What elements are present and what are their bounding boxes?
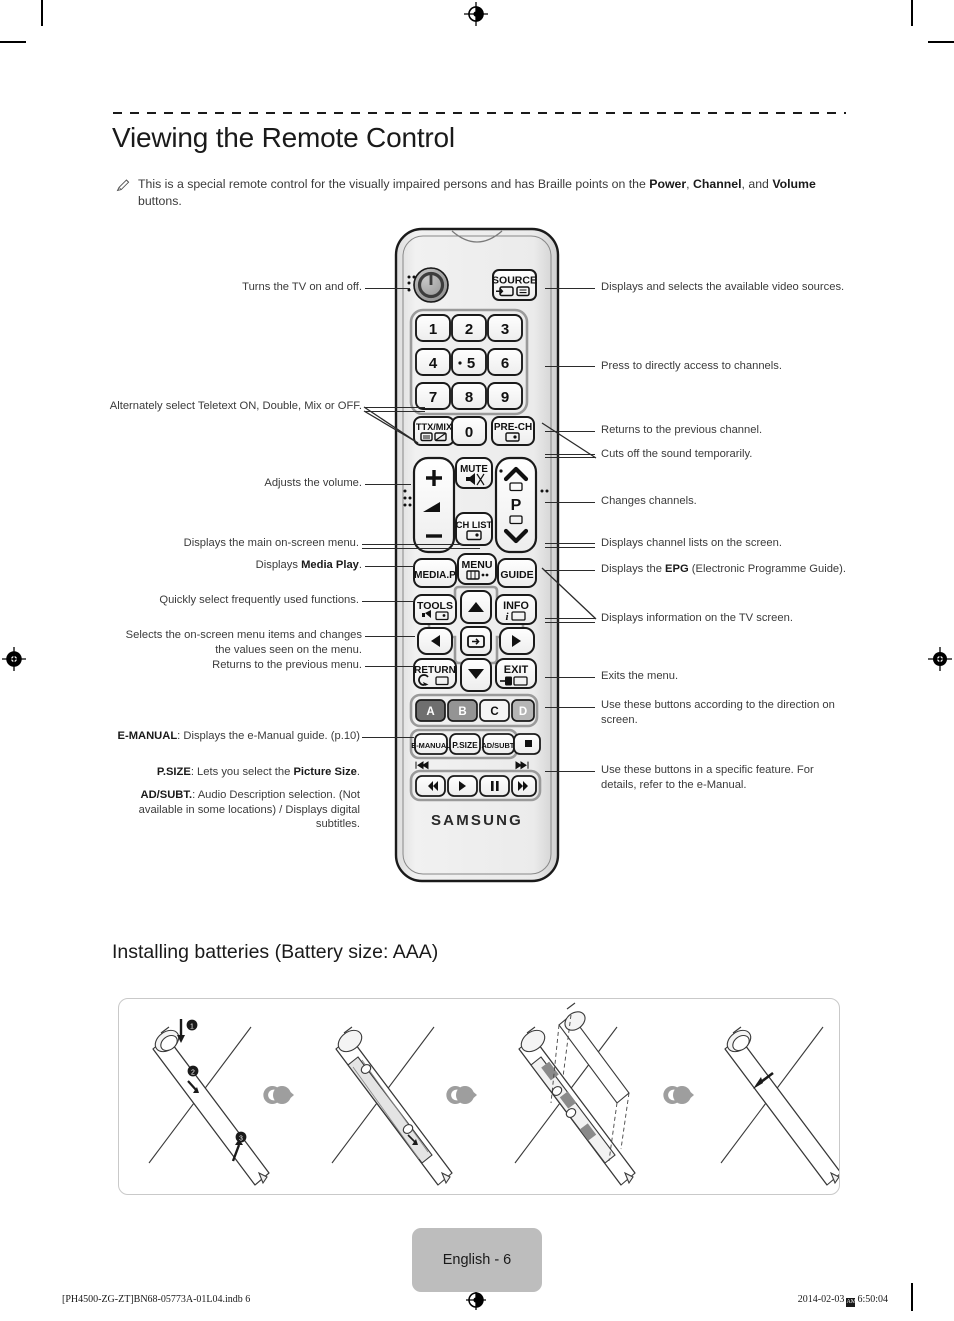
callout-mute: Cuts off the sound temporarily.: [601, 448, 753, 460]
callout-adsubt: AD/SUBT.: Audio Description selection. (…: [138, 789, 360, 830]
svg-text:1: 1: [190, 1024, 194, 1031]
note-block: This is a special remote control for the…: [112, 176, 842, 210]
callout-psize: P.SIZE: Lets you select the Picture Size…: [156, 766, 360, 778]
svg-text:GUIDE: GUIDE: [500, 569, 533, 581]
svg-text:2: 2: [465, 321, 473, 338]
callout-chlist: Displays channel lists on the screen.: [601, 537, 782, 549]
svg-text:SAMSUNG: SAMSUNG: [431, 812, 523, 829]
svg-text:SOURCE: SOURCE: [492, 275, 537, 287]
svg-text:5: 5: [467, 355, 475, 372]
svg-text:6: 6: [501, 355, 509, 372]
svg-text:4: 4: [429, 355, 438, 372]
leader-return: [365, 666, 414, 668]
svg-text:P.SIZE: P.SIZE: [452, 740, 478, 750]
svg-text:P: P: [511, 497, 522, 514]
svg-text:AD/SUBT.: AD/SUBT.: [481, 741, 515, 750]
callout-arrows: Selects the on-screen menu items and cha…: [125, 629, 362, 656]
callout-menu: Displays the main on-screen menu.: [183, 537, 359, 549]
leader-media: [545, 771, 595, 773]
leader-emanual: [362, 737, 414, 739]
callout-guide: Displays the EPG (Electronic Programme G…: [601, 563, 846, 575]
leader-numbers: [545, 366, 595, 368]
crop-mark-tr-v: [911, 0, 913, 26]
leader-menu: [362, 544, 480, 546]
callout-mediap: Displays Media Play.: [255, 559, 362, 571]
crop-mark-tl-h: [0, 41, 26, 43]
leader-chlist-b: [545, 547, 595, 549]
callout-return: Returns to the previous menu.: [212, 659, 362, 671]
crop-mark-br-v: [911, 1283, 913, 1311]
footer-file-name: [PH4500-ZG-ZT]BN68-05773A-01L04.indb 6: [62, 1294, 251, 1305]
svg-text:EXIT: EXIT: [504, 664, 529, 676]
svg-text:0: 0: [465, 424, 473, 441]
note-text: This is a special remote control for the…: [138, 177, 816, 208]
callout-volume: Adjusts the volume.: [264, 477, 362, 489]
battery-steps-illustration: 1 2 3: [148, 1002, 839, 1186]
svg-text:MEDIA.P: MEDIA.P: [414, 570, 456, 581]
svg-text:C: C: [490, 706, 498, 718]
remote-diagram: SOURCE 1 2 3 4 5 6 7 8 9 TTX/MIX 0 PRE-C…: [0, 225, 954, 890]
leader-source: [545, 288, 595, 290]
footer-timestamp: 2014-02-03 AM6:50:04: [798, 1294, 888, 1307]
battery-illustration-box: 1 2 3: [118, 998, 840, 1195]
leader-arrows: [365, 636, 415, 638]
svg-text:3: 3: [501, 321, 509, 338]
remote-control-illustration: SOURCE 1 2 3 4 5 6 7 8 9 TTX/MIX 0 PRE-C…: [394, 227, 560, 883]
svg-text:B: B: [458, 706, 466, 718]
crop-mark-tr-h: [928, 41, 954, 43]
registration-mark-top: [464, 2, 488, 26]
header-dashed-rule: [113, 112, 846, 114]
leader-color: [545, 707, 595, 709]
leader-chlist: [545, 543, 595, 545]
callout-tools: Quickly select frequently used functions…: [159, 594, 359, 606]
footer-date: 2014-02-03: [797, 1294, 845, 1305]
svg-text:MUTE: MUTE: [460, 464, 488, 475]
battery-section-title: Installing batteries (Battery size: AAA): [112, 941, 439, 963]
callout-prech: Returns to the previous channel.: [601, 424, 763, 436]
callout-exit: Exits the menu.: [601, 670, 679, 682]
callout-ttxmix: Alternately select Teletext ON, Double, …: [109, 400, 362, 412]
leader-volume: [365, 484, 411, 486]
leader-exit: [545, 677, 595, 679]
svg-text:D: D: [519, 706, 527, 718]
leader-power: [365, 288, 410, 290]
callout-numbers: Press to directly access to channels.: [601, 360, 782, 372]
callout-power: Turns the TV on and off.: [242, 281, 362, 293]
page-number-label: English - 6: [442, 1252, 512, 1268]
svg-text:PRE-CH: PRE-CH: [494, 422, 532, 433]
callout-channel: Changes channels.: [601, 495, 697, 507]
manual-page: Viewing the Remote Control This is a spe…: [0, 0, 954, 1321]
leader-mute-diagonal: [541, 422, 597, 459]
callout-source: Displays and selects the available video…: [601, 281, 845, 293]
svg-text:7: 7: [429, 389, 437, 406]
leader-menu-b: [362, 548, 480, 550]
crop-mark-tl-v: [41, 0, 43, 26]
svg-text:MENU: MENU: [462, 559, 493, 571]
svg-text:2: 2: [191, 1070, 195, 1077]
svg-text:E-MANUAL: E-MANUAL: [411, 741, 451, 750]
callout-info: Displays information on the TV screen.: [601, 612, 793, 624]
leader-mediap: [365, 566, 414, 568]
leader-ttxmix-diagonal: [363, 406, 419, 444]
svg-text:TOOLS: TOOLS: [417, 600, 453, 612]
leader-channel: [545, 502, 595, 504]
callout-emanual: E-MANUAL: Displays the e-Manual guide. (…: [117, 730, 361, 742]
svg-text:RETURN: RETURN: [414, 665, 456, 676]
svg-text:1: 1: [429, 321, 437, 338]
footer-time: 6:50:04: [857, 1294, 888, 1305]
svg-text:TTX/MIX: TTX/MIX: [416, 422, 453, 432]
page-number-badge: English - 6: [412, 1228, 542, 1292]
leader-info-diagonal: [541, 567, 597, 620]
svg-text:8: 8: [465, 389, 473, 406]
footer-glyph-icon: AM: [846, 1298, 857, 1307]
callout-media: Use these buttons in a specific feature.…: [601, 764, 814, 791]
leader-tools: [362, 601, 414, 603]
svg-text:9: 9: [501, 389, 509, 406]
page-title: Viewing the Remote Control: [112, 122, 455, 153]
svg-text:A: A: [426, 706, 434, 718]
pencil-note-icon: [116, 178, 130, 192]
callout-color: Use these buttons according to the direc…: [601, 699, 835, 726]
svg-text:CH LIST: CH LIST: [456, 519, 493, 530]
